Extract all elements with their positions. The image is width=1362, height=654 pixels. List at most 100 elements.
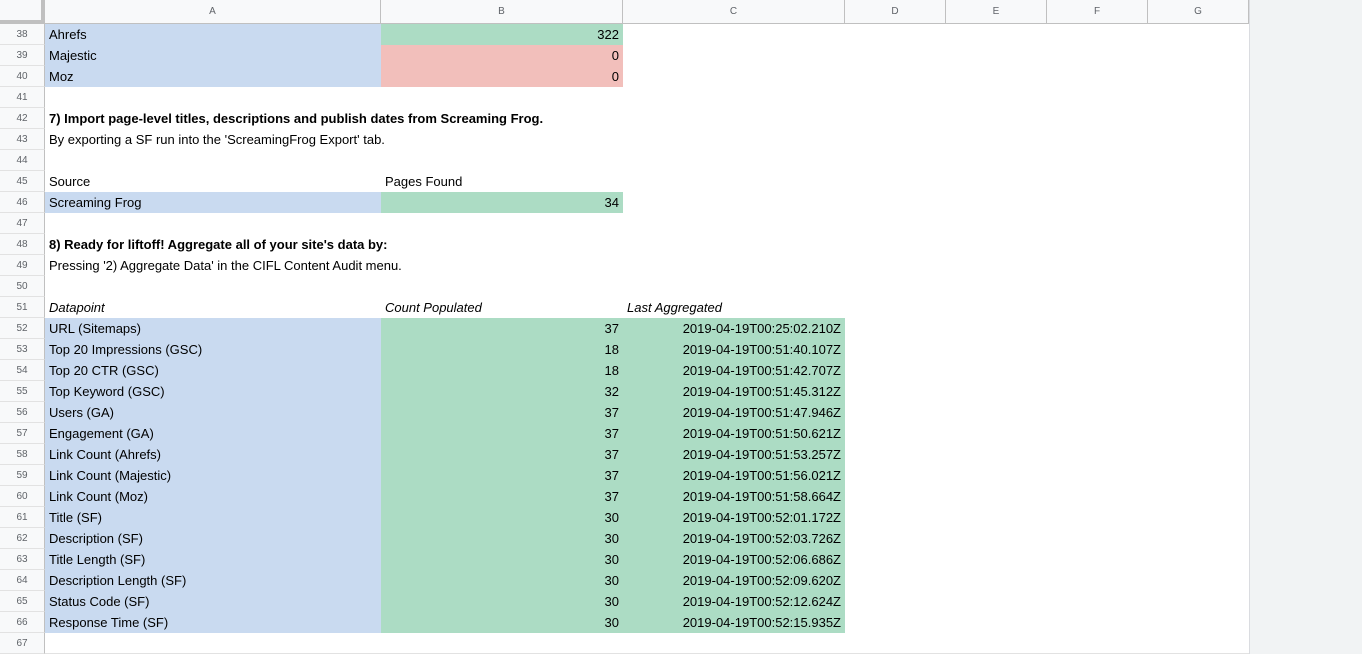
cell-b63-count[interactable]: 30	[381, 549, 623, 570]
cell-c53-last-aggregated[interactable]: 2019-04-19T00:51:40.107Z	[623, 339, 845, 360]
cell-a61-datapoint[interactable]: Title (SF)	[45, 507, 381, 528]
cell-a64-datapoint[interactable]: Description Length (SF)	[45, 570, 381, 591]
cell-b57-count[interactable]: 37	[381, 423, 623, 444]
cell-b53-count[interactable]: 18	[381, 339, 623, 360]
cell-b66-count[interactable]: 30	[381, 612, 623, 633]
cell-c52-last-aggregated[interactable]: 2019-04-19T00:25:02.210Z	[623, 318, 845, 339]
column-header-d[interactable]: D	[845, 0, 946, 24]
row-header-51[interactable]: 51	[0, 297, 45, 318]
row-header-45[interactable]: 45	[0, 171, 45, 192]
row-header-58[interactable]: 58	[0, 444, 45, 465]
cell-b65-count[interactable]: 30	[381, 591, 623, 612]
row-header-62[interactable]: 62	[0, 528, 45, 549]
cell-b55-count[interactable]: 32	[381, 381, 623, 402]
cell-b39[interactable]: 0	[381, 45, 623, 66]
cell-c57-last-aggregated[interactable]: 2019-04-19T00:51:50.621Z	[623, 423, 845, 444]
cell-b60-count[interactable]: 37	[381, 486, 623, 507]
cell-b61-count[interactable]: 30	[381, 507, 623, 528]
row-header-54[interactable]: 54	[0, 360, 45, 381]
cell-c61-last-aggregated[interactable]: 2019-04-19T00:52:01.172Z	[623, 507, 845, 528]
row-header-52[interactable]: 52	[0, 318, 45, 339]
cell-a46[interactable]: Screaming Frog	[45, 192, 381, 213]
row-header-65[interactable]: 65	[0, 591, 45, 612]
cell-a57-datapoint[interactable]: Engagement (GA)	[45, 423, 381, 444]
cell-c58-last-aggregated[interactable]: 2019-04-19T00:51:53.257Z	[623, 444, 845, 465]
cell-b40[interactable]: 0	[381, 66, 623, 87]
cell-a38[interactable]: Ahrefs	[45, 24, 381, 45]
cell-c59-last-aggregated[interactable]: 2019-04-19T00:51:56.021Z	[623, 465, 845, 486]
row-header-60[interactable]: 60	[0, 486, 45, 507]
cell-a42-step7-title[interactable]: 7) Import page-level titles, description…	[45, 108, 543, 129]
row-header-64[interactable]: 64	[0, 570, 45, 591]
row-header-49[interactable]: 49	[0, 255, 45, 276]
cell-b38[interactable]: 322	[381, 24, 623, 45]
row-header-50[interactable]: 50	[0, 276, 45, 297]
cell-a66-datapoint[interactable]: Response Time (SF)	[45, 612, 381, 633]
row-header-63[interactable]: 63	[0, 549, 45, 570]
cell-b52-count[interactable]: 37	[381, 318, 623, 339]
row-header-57[interactable]: 57	[0, 423, 45, 444]
cell-b58-count[interactable]: 37	[381, 444, 623, 465]
row-header-40[interactable]: 40	[0, 66, 45, 87]
cell-a65-datapoint[interactable]: Status Code (SF)	[45, 591, 381, 612]
row-header-59[interactable]: 59	[0, 465, 45, 486]
cell-a53-datapoint[interactable]: Top 20 Impressions (GSC)	[45, 339, 381, 360]
cell-a55-datapoint[interactable]: Top Keyword (GSC)	[45, 381, 381, 402]
column-header-f[interactable]: F	[1047, 0, 1148, 24]
cell-c55-last-aggregated[interactable]: 2019-04-19T00:51:45.312Z	[623, 381, 845, 402]
cell-c66-last-aggregated[interactable]: 2019-04-19T00:52:15.935Z	[623, 612, 845, 633]
cell-b51-count-header[interactable]: Count Populated	[381, 297, 623, 318]
cell-a39[interactable]: Majestic	[45, 45, 381, 66]
row-header-56[interactable]: 56	[0, 402, 45, 423]
row-header-46[interactable]: 46	[0, 192, 45, 213]
cell-c60-last-aggregated[interactable]: 2019-04-19T00:51:58.664Z	[623, 486, 845, 507]
cell-a60-datapoint[interactable]: Link Count (Moz)	[45, 486, 381, 507]
column-header-a[interactable]: A	[45, 0, 381, 24]
column-header-c[interactable]: C	[623, 0, 845, 24]
cell-a56-datapoint[interactable]: Users (GA)	[45, 402, 381, 423]
cell-a49-step8-desc[interactable]: Pressing '2) Aggregate Data' in the CIFL…	[45, 255, 402, 276]
column-header-e[interactable]: E	[946, 0, 1047, 24]
cell-a54-datapoint[interactable]: Top 20 CTR (GSC)	[45, 360, 381, 381]
cell-c65-last-aggregated[interactable]: 2019-04-19T00:52:12.624Z	[623, 591, 845, 612]
cell-c54-last-aggregated[interactable]: 2019-04-19T00:51:42.707Z	[623, 360, 845, 381]
column-header-g[interactable]: G	[1148, 0, 1249, 24]
cell-a52-datapoint[interactable]: URL (Sitemaps)	[45, 318, 381, 339]
cell-c64-last-aggregated[interactable]: 2019-04-19T00:52:09.620Z	[623, 570, 845, 591]
row-header-43[interactable]: 43	[0, 129, 45, 150]
cell-a45-source-header[interactable]: Source	[45, 171, 381, 192]
cell-b45-pages-header[interactable]: Pages Found	[381, 171, 623, 192]
row-header-55[interactable]: 55	[0, 381, 45, 402]
cell-b46[interactable]: 34	[381, 192, 623, 213]
cell-a51-datapoint-header[interactable]: Datapoint	[45, 297, 381, 318]
cell-b56-count[interactable]: 37	[381, 402, 623, 423]
cell-a48-step8-title[interactable]: 8) Ready for liftoff! Aggregate all of y…	[45, 234, 388, 255]
cell-b62-count[interactable]: 30	[381, 528, 623, 549]
cell-b64-count[interactable]: 30	[381, 570, 623, 591]
row-header-39[interactable]: 39	[0, 45, 45, 66]
cell-a43-step7-desc[interactable]: By exporting a SF run into the 'Screamin…	[45, 129, 385, 150]
cell-a63-datapoint[interactable]: Title Length (SF)	[45, 549, 381, 570]
cell-c51-last-header[interactable]: Last Aggregated	[623, 297, 845, 318]
row-header-61[interactable]: 61	[0, 507, 45, 528]
cell-c62-last-aggregated[interactable]: 2019-04-19T00:52:03.726Z	[623, 528, 845, 549]
row-header-53[interactable]: 53	[0, 339, 45, 360]
cell-a62-datapoint[interactable]: Description (SF)	[45, 528, 381, 549]
select-all-corner[interactable]	[0, 0, 45, 24]
cell-c56-last-aggregated[interactable]: 2019-04-19T00:51:47.946Z	[623, 402, 845, 423]
row-header-38[interactable]: 38	[0, 24, 45, 45]
row-header-42[interactable]: 42	[0, 108, 45, 129]
cell-a58-datapoint[interactable]: Link Count (Ahrefs)	[45, 444, 381, 465]
cell-a40[interactable]: Moz	[45, 66, 381, 87]
row-header-67[interactable]: 67	[0, 633, 45, 654]
spreadsheet-grid[interactable]: ABCDEFG 38 39 40 41 42 43 44 45 46 47 48 49 50 51 52 53…	[0, 0, 1249, 654]
column-header-b[interactable]: B	[381, 0, 623, 24]
row-header-66[interactable]: 66	[0, 612, 45, 633]
cell-c63-last-aggregated[interactable]: 2019-04-19T00:52:06.686Z	[623, 549, 845, 570]
cell-b59-count[interactable]: 37	[381, 465, 623, 486]
row-header-41[interactable]: 41	[0, 87, 45, 108]
row-header-47[interactable]: 47	[0, 213, 45, 234]
cell-a59-datapoint[interactable]: Link Count (Majestic)	[45, 465, 381, 486]
row-header-48[interactable]: 48	[0, 234, 45, 255]
row-header-44[interactable]: 44	[0, 150, 45, 171]
